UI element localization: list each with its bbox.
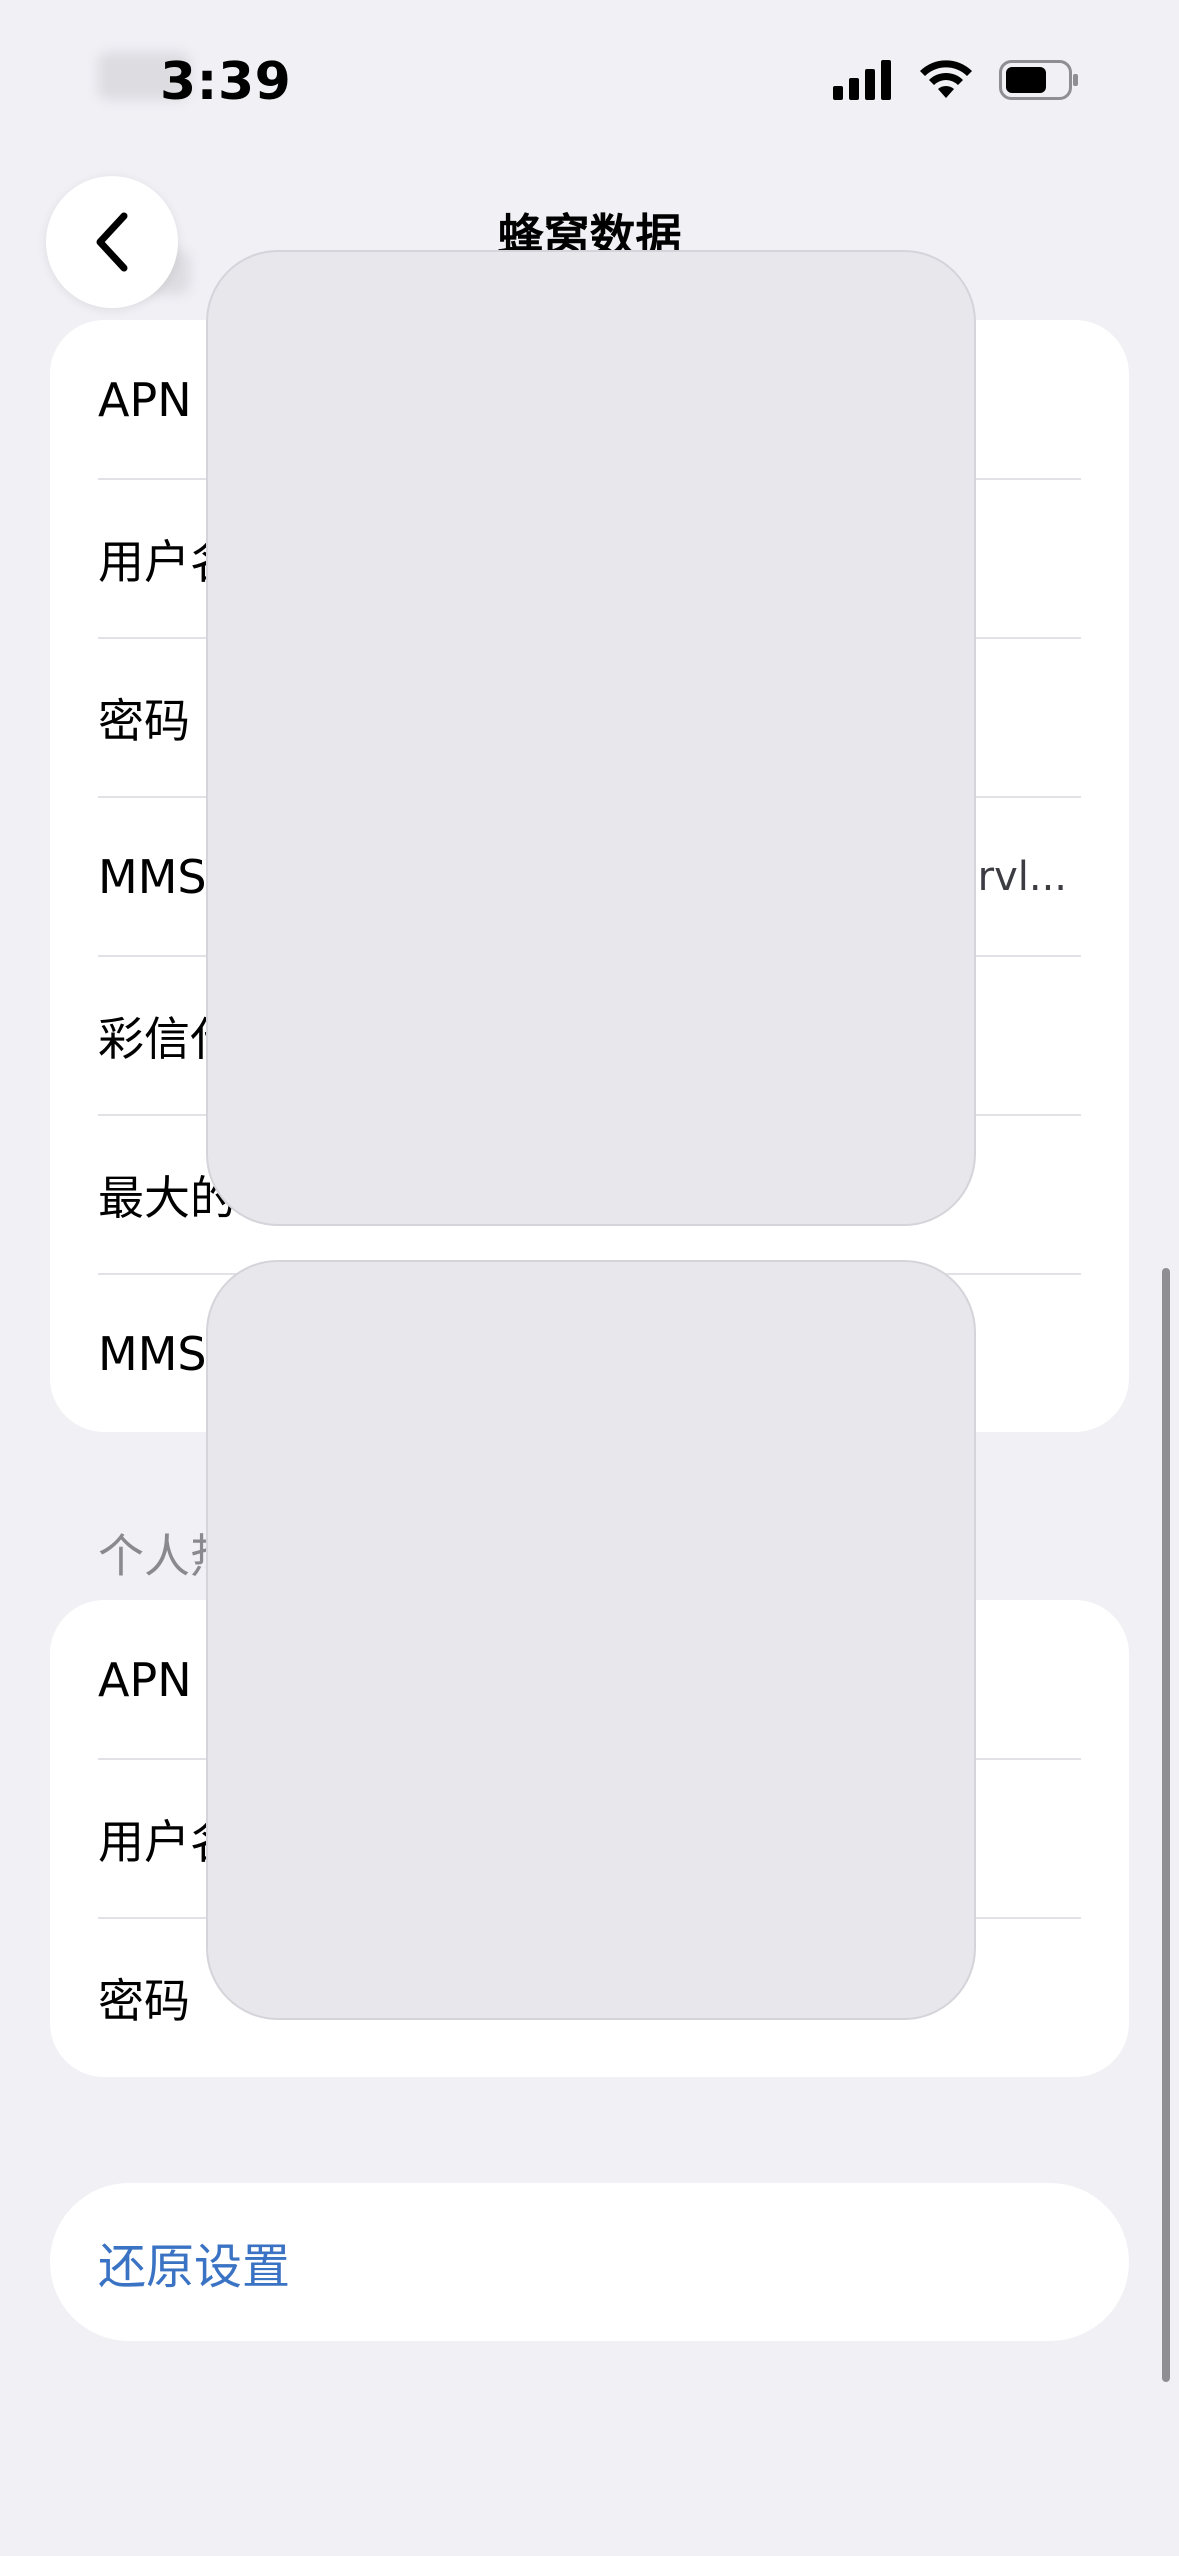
page-title: 蜂窝数据 [497, 209, 682, 256]
redaction-overlay [206, 250, 976, 1226]
battery-icon [999, 60, 1078, 100]
row-label: 密码 [98, 693, 190, 748]
reset-settings-label: 还原设置 [98, 2239, 291, 2295]
redaction-overlay [206, 1260, 976, 2020]
row-label: APN [98, 372, 192, 427]
status-time: 3:39 [160, 52, 292, 112]
reset-settings-button[interactable]: 还原设置 [50, 2183, 1129, 2341]
scrollbar[interactable] [1162, 1268, 1170, 2382]
row-label: APN [98, 1652, 192, 1707]
row-label: 密码 [98, 1973, 190, 2028]
status-icons [833, 60, 1079, 100]
signal-bars-icon [833, 60, 891, 100]
wifi-icon [920, 60, 972, 98]
